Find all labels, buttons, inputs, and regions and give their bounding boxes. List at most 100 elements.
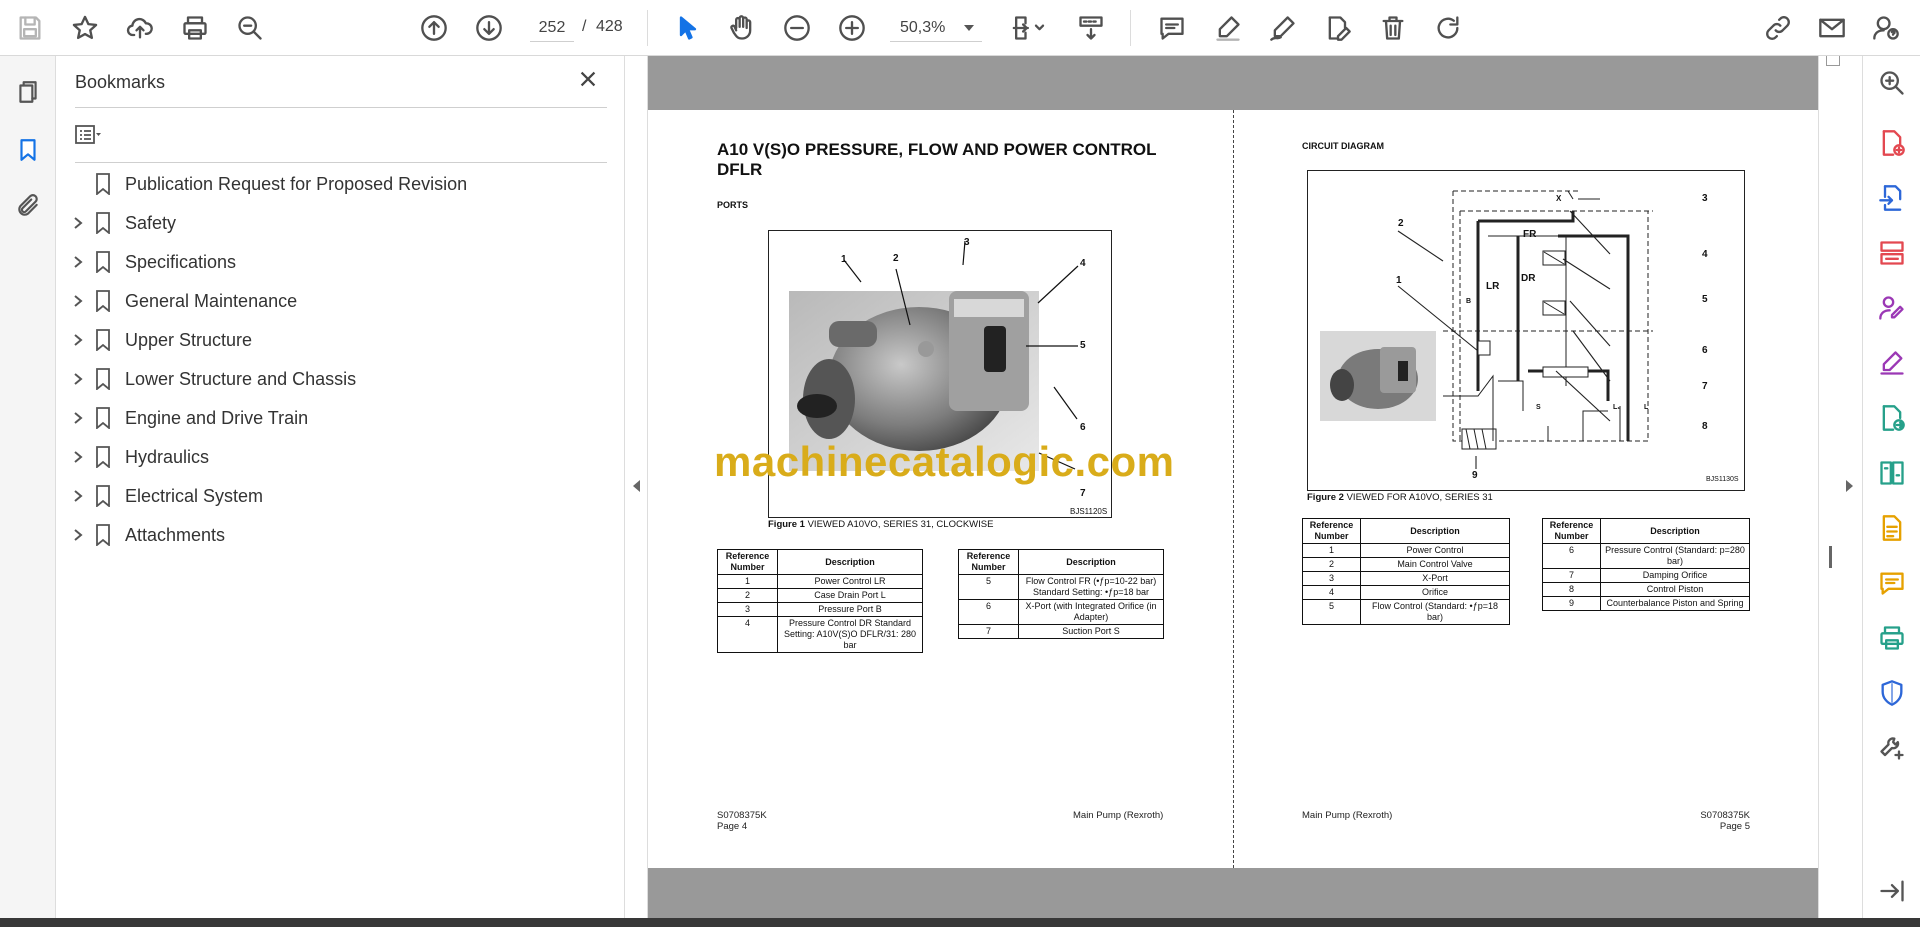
attachments-paperclip-icon[interactable] xyxy=(10,188,46,224)
bookmark-icon xyxy=(95,251,111,274)
send-file-icon[interactable] xyxy=(1875,401,1909,435)
reference-number: 1 xyxy=(1302,543,1361,558)
chevron-right-icon[interactable] xyxy=(71,528,85,542)
column-header: Reference Number xyxy=(717,549,778,575)
page-separator: / xyxy=(582,18,587,35)
reference-number: 1 xyxy=(717,574,778,589)
chevron-right-icon[interactable] xyxy=(71,372,85,386)
reference-description: Pressure Port B xyxy=(777,602,923,617)
table-row: 5 Flow Control FR (•ƒp=10-22 bar) Standar… xyxy=(958,574,1164,600)
scan-ocr-icon[interactable] xyxy=(1875,511,1909,545)
bookmark-icon xyxy=(95,212,111,235)
bookmark-item[interactable]: Attachments xyxy=(57,519,625,551)
chevron-right-icon[interactable] xyxy=(71,489,85,503)
bookmark-panel-icon[interactable] xyxy=(10,132,46,168)
bookmark-item[interactable]: Upper Structure xyxy=(57,324,625,356)
reference-number: 7 xyxy=(1542,568,1601,583)
close-icon[interactable] xyxy=(577,68,607,98)
bookmark-icon xyxy=(95,524,111,547)
hand-tool-icon[interactable] xyxy=(724,10,760,46)
reference-description: X-Port (with Integrated Orifice (in Adap… xyxy=(1018,599,1164,625)
share-link-icon[interactable] xyxy=(1760,10,1796,46)
comment-icon[interactable] xyxy=(1154,10,1190,46)
cloud-upload-icon[interactable] xyxy=(122,10,158,46)
search-zoom-icon[interactable] xyxy=(1875,66,1909,100)
zoom-in-icon[interactable] xyxy=(834,10,870,46)
image-code: BJS1120S xyxy=(1070,507,1108,516)
comment-tool-icon[interactable] xyxy=(1875,566,1909,600)
callout-label: 4 xyxy=(1702,249,1708,260)
bookmark-item[interactable]: Safety xyxy=(57,207,625,239)
bookmark-item[interactable]: Electrical System xyxy=(57,480,625,512)
bookmark-item[interactable]: Lower Structure and Chassis xyxy=(57,363,625,395)
print-production-icon[interactable] xyxy=(1875,621,1909,655)
protect-shield-icon[interactable] xyxy=(1875,676,1909,710)
callout-label: 3 xyxy=(964,237,970,248)
document-code: S0708375K xyxy=(717,810,767,821)
bookmark-label: Electrical System xyxy=(125,485,264,506)
create-pdf-icon[interactable] xyxy=(1875,126,1909,160)
delete-trash-icon[interactable] xyxy=(1375,10,1411,46)
bookmark-item[interactable]: Engine and Drive Train xyxy=(57,402,625,434)
table-row: 1 Power Control LR xyxy=(717,574,923,589)
page-thumbnails-icon[interactable] xyxy=(10,74,46,110)
chevron-right-icon[interactable] xyxy=(71,255,85,269)
fit-page-icon[interactable] xyxy=(1004,10,1054,46)
account-help-icon[interactable] xyxy=(1868,10,1904,46)
star-icon[interactable] xyxy=(67,10,103,46)
callout-label: 7 xyxy=(1080,488,1086,499)
page-number-input[interactable] xyxy=(530,14,574,42)
scroll-thumb[interactable] xyxy=(1829,546,1832,568)
previous-page-icon[interactable] xyxy=(416,10,452,46)
chevron-right-icon[interactable] xyxy=(71,216,85,230)
right-panel-expand[interactable] xyxy=(1842,56,1858,918)
next-page-icon[interactable] xyxy=(471,10,507,46)
reference-table: Reference Number Description 1 Power Cont… xyxy=(1302,518,1510,625)
panel-divider xyxy=(75,107,607,108)
compare-files-icon[interactable] xyxy=(1875,456,1909,490)
page-footer-left: S0708375K Page 4 xyxy=(717,810,767,832)
bookmarks-title: Bookmarks xyxy=(75,72,166,92)
callout-label: 5 xyxy=(1702,294,1708,305)
bookmark-item[interactable]: Specifications xyxy=(57,246,625,278)
more-tools-icon[interactable] xyxy=(1875,731,1909,765)
chevron-right-icon[interactable] xyxy=(71,450,85,464)
bookmark-item[interactable]: General Maintenance xyxy=(57,285,625,317)
chevron-right-icon[interactable] xyxy=(71,411,85,425)
redo-rotate-icon[interactable] xyxy=(1430,10,1466,46)
table-row: 1 Power Control xyxy=(1302,543,1510,558)
bookmark-label: Engine and Drive Train xyxy=(125,407,309,428)
reference-description: Flow Control (Standard: •ƒp=18 bar) xyxy=(1360,599,1510,625)
save-icon[interactable] xyxy=(12,10,48,46)
circuit-diagram: FR DR LR B X S L₁ L 3 2 1 4 5 6 7 8 9 BJ… xyxy=(1307,170,1745,491)
find-zoom-icon[interactable] xyxy=(232,10,268,46)
collapse-panel-icon[interactable] xyxy=(1875,874,1909,908)
figure-label: Figure 1 xyxy=(768,519,805,530)
fill-sign-icon[interactable] xyxy=(1875,346,1909,380)
zoom-out-icon[interactable] xyxy=(779,10,815,46)
export-pdf-icon[interactable] xyxy=(1875,181,1909,215)
bookmark-item[interactable]: Hydraulics xyxy=(57,441,625,473)
mail-icon[interactable] xyxy=(1814,10,1850,46)
chevron-right-icon[interactable] xyxy=(71,333,85,347)
reference-number: 3 xyxy=(717,602,778,617)
print-icon[interactable] xyxy=(177,10,213,46)
left-panel-collapse[interactable] xyxy=(626,56,648,918)
bookmark-options-button[interactable] xyxy=(75,120,121,150)
reference-description: Pressure Control DR Standard Setting: A1… xyxy=(777,616,923,653)
document-code: S0708375K xyxy=(1700,810,1750,821)
chevron-right-icon[interactable] xyxy=(71,294,85,308)
bookmark-item[interactable]: Publication Request for Proposed Revisio… xyxy=(57,168,625,200)
scroll-mode-icon[interactable] xyxy=(1073,10,1109,46)
image-code: BJS1130S xyxy=(1706,476,1739,483)
request-signatures-icon[interactable] xyxy=(1875,291,1909,325)
bookmark-icon xyxy=(95,368,111,391)
zoom-level-dropdown[interactable]: 50,3% xyxy=(890,14,982,42)
select-cursor-icon[interactable] xyxy=(670,10,706,46)
reference-number: 6 xyxy=(958,599,1019,625)
organize-pages-icon[interactable] xyxy=(1875,236,1909,270)
edit-text-icon[interactable] xyxy=(1320,10,1356,46)
reference-description: Power Control LR xyxy=(777,574,923,589)
highlight-pen-icon[interactable] xyxy=(1210,10,1246,46)
draw-freehand-icon[interactable] xyxy=(1265,10,1301,46)
